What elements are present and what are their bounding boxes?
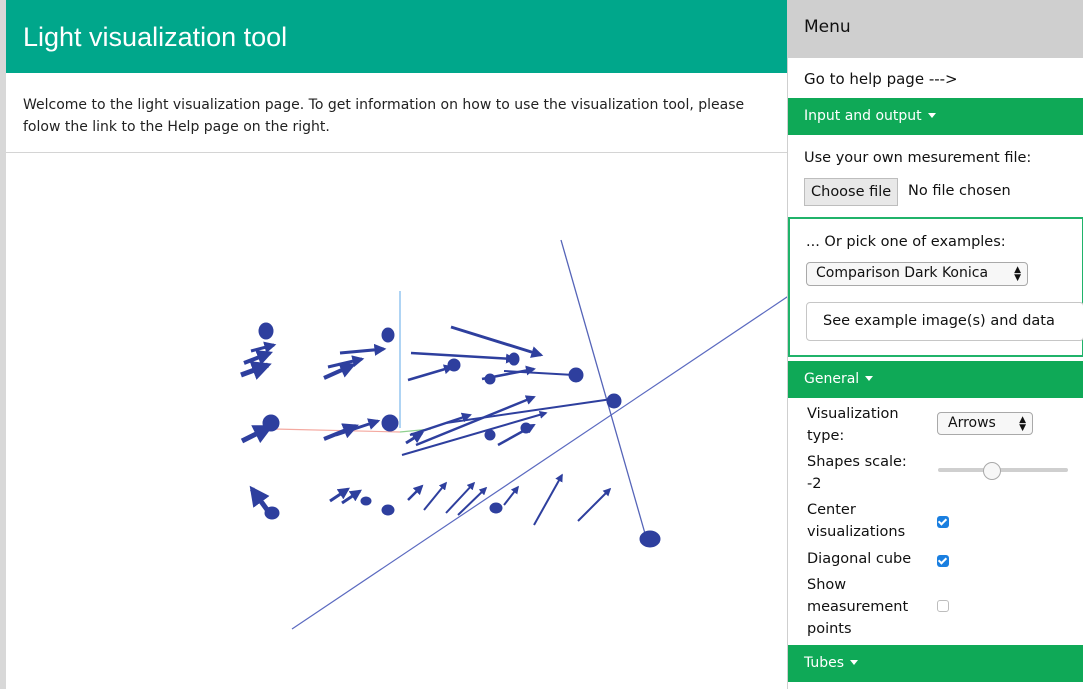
arrow-glyph: [533, 473, 563, 526]
diagonal-cube-checkbox[interactable]: [937, 555, 949, 567]
examples-label: ... Or pick one of examples:: [806, 234, 1006, 250]
choose-file-button[interactable]: Choose file: [804, 178, 899, 206]
file-status: No file chosen: [908, 183, 1011, 199]
arrow-glyph: [339, 343, 387, 356]
shapes-scale-label: Shapes scale: -2: [807, 454, 907, 492]
section-label-container: Input and output: [804, 108, 936, 124]
section-tubes[interactable]: Tubes: [788, 645, 1083, 682]
arrow-glyph: [249, 485, 271, 513]
arrow-glyph: [577, 487, 612, 522]
arrow-glyph: [409, 412, 472, 437]
section-label: Input and output: [804, 108, 922, 124]
main-panel: Light visualization tool Welcome to the …: [0, 0, 787, 689]
help-page-link[interactable]: Go to help page --->: [804, 70, 958, 88]
arrow-glyph: [445, 481, 476, 514]
arrow-head-blob: [262, 414, 280, 432]
section-input-output[interactable]: Input and output: [788, 98, 1083, 135]
own-file-label: Use your own mesurement file:: [804, 150, 1032, 166]
section-label: Tubes: [804, 655, 845, 671]
welcome-text: Welcome to the light visualization page.…: [23, 97, 745, 135]
show-points-checkbox[interactable]: [937, 600, 949, 612]
arrow-head-blob: [381, 327, 395, 343]
caret-down-icon: [927, 113, 936, 118]
section-general[interactable]: General: [788, 361, 1083, 398]
arrow-head-blob: [381, 414, 399, 432]
arrows-group: [240, 322, 661, 548]
section-label-container: General: [804, 371, 874, 387]
select-updown-icon: ▲ ▼: [1014, 265, 1021, 283]
arrow-glyph: [445, 398, 613, 424]
arrow-glyph: [410, 351, 516, 364]
arrow-head-blob: [484, 429, 496, 441]
arrow-head-blob: [520, 422, 532, 434]
arrow-glyph: [243, 350, 273, 366]
viz-type-select[interactable]: Arrows ▲ ▼: [937, 412, 1033, 435]
arrow-head-blob: [606, 393, 622, 409]
shapes-scale-track[interactable]: [938, 468, 1068, 472]
arrow-head-blob: [264, 506, 280, 520]
arrow-head-blob: [508, 352, 520, 366]
menu-title: Menu: [804, 17, 851, 37]
section-label-container: Tubes: [804, 655, 859, 671]
center-visualizations-label: Center visualizations: [807, 502, 906, 540]
main-header: Light visualization tool: [6, 0, 787, 73]
shapes-scale-slider-thumb[interactable]: [983, 462, 1001, 480]
visualization-canvas[interactable]: [6, 153, 787, 689]
arrow-glyph: [407, 364, 454, 382]
arrow-glyph: [335, 418, 381, 437]
arrow-head-blob: [639, 530, 661, 548]
arrow-head-blob: [360, 496, 372, 506]
arrow-head-blob: [258, 322, 274, 340]
arrow-glyph: [423, 481, 448, 511]
arrow-glyph: [450, 325, 544, 358]
arrow-head-blob: [568, 367, 584, 383]
axis-line: [273, 428, 401, 433]
arrow-head-blob: [447, 358, 461, 372]
arrow-head-blob: [484, 373, 496, 385]
diagonal-cube-label: Diagonal cube: [807, 551, 912, 567]
arrow-glyph: [503, 485, 519, 506]
axis-line: [291, 296, 787, 630]
arrow-glyph: [240, 361, 272, 380]
arrow-glyph: [407, 484, 424, 501]
caret-down-icon: [865, 376, 874, 381]
menu-panel: Menu Go to help page ---> Input and outp…: [787, 0, 1083, 689]
section-label: General: [804, 371, 860, 387]
show-points-label: Show measurement points: [807, 577, 909, 637]
menu-header: Menu: [788, 0, 1083, 58]
center-visualizations-checkbox[interactable]: [937, 516, 949, 528]
example-select[interactable]: Comparison Dark Konica ▲ ▼: [806, 262, 1028, 286]
viz-type-label: Visualization type:: [807, 406, 899, 444]
page-title: Light visualization tool: [23, 22, 288, 52]
arrow-glyph: [327, 355, 365, 369]
viz-type-value: Arrows: [948, 415, 996, 431]
caret-down-icon: [850, 660, 859, 665]
axis-line: [560, 239, 647, 538]
arrow-head-blob: [381, 504, 395, 516]
see-example-button[interactable]: See example image(s) and data: [806, 302, 1083, 341]
select-updown-icon: ▲ ▼: [1019, 415, 1026, 433]
example-select-value: Comparison Dark Konica: [816, 265, 989, 281]
arrow-glyph: [250, 341, 277, 354]
arrow-head-blob: [489, 502, 503, 514]
